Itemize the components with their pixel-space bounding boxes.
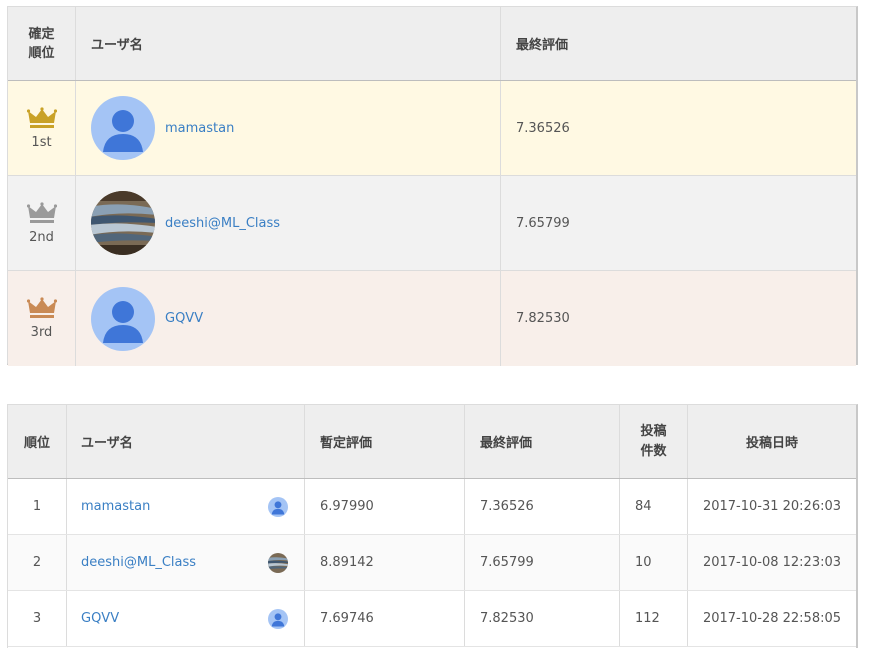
silver-crown-icon: [26, 201, 57, 223]
header-provisional-score-label: 暫定評価: [320, 436, 373, 451]
user-cell: deeshi@ML_Class: [67, 535, 305, 590]
table-row: 2 deeshi@ML_Class 8.89142 7.65799 10 201…: [8, 535, 856, 591]
default-avatar-icon[interactable]: [91, 96, 155, 160]
header-submission-count: 投稿 件数: [620, 405, 688, 478]
submission-date: 2017-10-31 20:26:03: [702, 499, 842, 514]
submission-count-cell: 112: [620, 591, 688, 646]
header-submission-date-label: 投稿日時: [745, 436, 798, 451]
final-score: 7.36526: [480, 499, 534, 514]
header-username: ユーザ名: [67, 405, 305, 478]
rank-cell: 2: [8, 535, 67, 590]
rank-cell: 3: [8, 591, 67, 646]
submission-date: 2017-10-28 22:58:05: [702, 611, 842, 626]
podium-row-second: 2nd deeshi@ML_Class 7.65799: [8, 176, 856, 271]
podium-user-link[interactable]: deeshi@ML_Class: [165, 216, 280, 231]
header-provisional-score: 暫定評価: [305, 405, 465, 478]
provisional-score-cell: 8.89142: [305, 535, 465, 590]
podium-row-first: 1st mamastan 7.36526: [8, 81, 856, 176]
header-final-score-label: 最終評価: [480, 436, 533, 451]
submission-count-cell: 84: [620, 479, 688, 534]
submission-count-cell: 10: [620, 535, 688, 590]
user-cell: mamastan: [67, 479, 305, 534]
rank-value: 3: [32, 611, 42, 626]
table-row: 1 mamastan 6.97990 7.36526 84 2017-10-31…: [8, 479, 856, 535]
podium-rank-label: 1st: [31, 134, 52, 150]
final-score-cell: 7.65799: [465, 535, 620, 590]
final-score-cell: 7.36526: [465, 479, 620, 534]
header-rank: 順位: [8, 405, 67, 478]
final-score-cell: 7.82530: [465, 591, 620, 646]
default-avatar-icon[interactable]: [268, 608, 288, 629]
header-username: ユーザ名: [76, 7, 501, 80]
header-final-score: 最終評価: [501, 7, 856, 80]
podium-header: 確定 順位 ユーザ名 最終評価: [8, 7, 856, 81]
user-link[interactable]: mamastan: [81, 499, 150, 514]
podium-user-cell: deeshi@ML_Class: [76, 176, 501, 270]
header-final-score-label: 最終評価: [516, 38, 569, 53]
podium-final-score: 7.36526: [516, 120, 570, 136]
table-row: 3 GQVV 7.69746 7.82530 112 2017-10-28 22…: [8, 591, 856, 647]
default-avatar-icon[interactable]: [91, 286, 155, 351]
user-link[interactable]: GQVV: [81, 611, 119, 626]
header-final-score: 最終評価: [465, 405, 620, 478]
rank-cell: 1: [8, 479, 67, 534]
header-rank-label: 順位: [23, 436, 50, 451]
bronze-crown-icon: [26, 297, 57, 318]
submission-date: 2017-10-08 12:23:03: [702, 555, 842, 570]
submission-count: 10: [635, 555, 652, 570]
provisional-score: 8.89142: [320, 555, 374, 570]
rank-value: 1: [32, 499, 42, 514]
podium-rank-label: 2nd: [29, 229, 54, 245]
submission-date-cell: 2017-10-08 12:23:03: [688, 535, 856, 590]
podium-user-cell: mamastan: [76, 81, 501, 175]
podium-score-cell: 7.36526: [501, 81, 856, 175]
podium-rank-cell: 3rd: [8, 271, 76, 366]
provisional-score: 6.97990: [320, 499, 374, 514]
podium-score-cell: 7.82530: [501, 271, 856, 366]
podium-final-score: 7.65799: [516, 215, 570, 231]
podium-final-score: 7.82530: [516, 311, 570, 326]
provisional-score-cell: 6.97990: [305, 479, 465, 534]
final-score: 7.82530: [480, 611, 534, 626]
submission-count: 84: [635, 499, 652, 514]
rank-value: 2: [32, 555, 42, 570]
podium-user-cell: GQVV: [76, 271, 501, 366]
podium-rank-label: 3rd: [30, 325, 53, 340]
podium-row-third: 3rd GQVV 7.82530: [8, 271, 856, 366]
user-cell: GQVV: [67, 591, 305, 646]
header-username-label: ユーザ名: [81, 436, 133, 451]
provisional-score-cell: 7.69746: [305, 591, 465, 646]
submission-date-cell: 2017-10-28 22:58:05: [688, 591, 856, 646]
provisional-score: 7.69746: [320, 611, 374, 626]
podium-user-link[interactable]: GQVV: [165, 311, 203, 326]
podium-score-cell: 7.65799: [501, 176, 856, 270]
podium-rank-cell: 2nd: [8, 176, 76, 270]
header-confirmed-rank-label: 確定 順位: [28, 26, 55, 61]
submission-count: 112: [635, 611, 660, 626]
submission-date-cell: 2017-10-31 20:26:03: [688, 479, 856, 534]
gold-crown-icon: [26, 106, 57, 128]
ranking-header: 順位 ユーザ名 暫定評価 最終評価 投稿 件数 投稿日時: [8, 405, 856, 479]
podium-rank-cell: 1st: [8, 81, 76, 175]
header-confirmed-rank: 確定 順位: [8, 7, 76, 80]
final-score: 7.65799: [480, 555, 534, 570]
fish-photo-avatar-icon[interactable]: [268, 552, 288, 573]
fish-photo-avatar-icon[interactable]: [91, 191, 155, 255]
header-submission-count-label: 投稿 件数: [640, 423, 667, 459]
ranking-table: 順位 ユーザ名 暫定評価 最終評価 投稿 件数 投稿日時 1 mamastan …: [7, 404, 858, 648]
header-username-label: ユーザ名: [91, 38, 143, 53]
user-link[interactable]: deeshi@ML_Class: [81, 555, 196, 570]
podium-table: 確定 順位 ユーザ名 最終評価 1st mamastan 7.36526 2nd…: [7, 6, 858, 366]
header-submission-date: 投稿日時: [688, 405, 856, 478]
podium-user-link[interactable]: mamastan: [165, 121, 234, 136]
default-avatar-icon[interactable]: [268, 496, 288, 517]
